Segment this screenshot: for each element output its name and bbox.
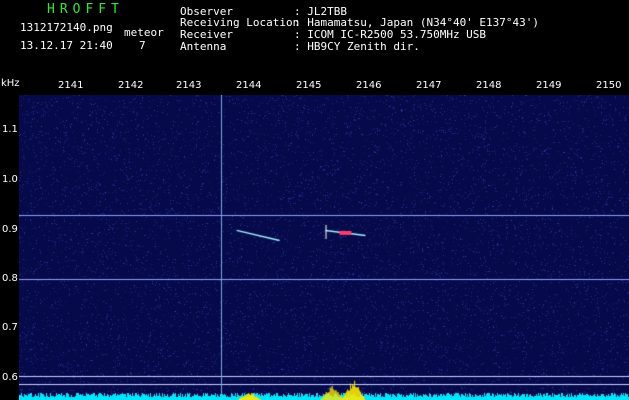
x-tick-label: 2143 <box>176 80 202 91</box>
x-tick-label: 2142 <box>118 80 144 91</box>
filename: 1312172140.png <box>20 21 113 34</box>
spectrogram-plot <box>19 95 629 400</box>
y-tick-label: 0.8 <box>2 273 18 284</box>
y-tick-label: 0.7 <box>2 322 18 333</box>
counter-value: 7 <box>139 39 146 52</box>
x-tick-label: 2145 <box>296 80 322 91</box>
y-tick-label: 1.0 <box>2 174 18 185</box>
x-tick-label: 2148 <box>476 80 502 91</box>
y-tick-label: 1.1 <box>2 124 18 135</box>
app-title: HROFFT <box>47 2 124 17</box>
x-tick-label: 2150 <box>596 80 622 91</box>
header-panel: HROFFT 1312172140.png 13.12.17 21:40 met… <box>0 0 629 72</box>
field-value-antenna: : HB9CY Zenith dir. <box>294 40 420 53</box>
y-axis-unit: kHz <box>1 78 20 89</box>
x-tick-label: 2146 <box>356 80 382 91</box>
x-tick-label: 2147 <box>416 80 442 91</box>
x-tick-label: 2141 <box>58 80 84 91</box>
x-tick-label: 2149 <box>536 80 562 91</box>
y-tick-label: 0.9 <box>2 224 18 235</box>
timestamp: 13.12.17 21:40 <box>20 39 113 52</box>
x-tick-label: 2144 <box>236 80 262 91</box>
field-label-antenna: Antenna <box>180 40 227 53</box>
y-tick-label: 0.6 <box>2 372 18 383</box>
counter-label: meteor <box>124 26 164 39</box>
